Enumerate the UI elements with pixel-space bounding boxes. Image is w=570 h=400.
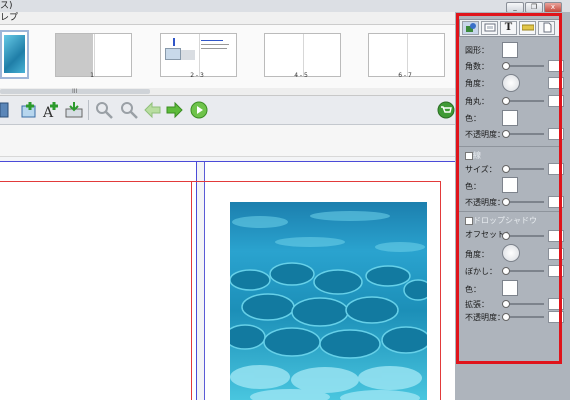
- thumbnail-pages-6-7[interactable]: [368, 33, 445, 77]
- cart-icon[interactable]: [437, 101, 455, 119]
- thumbnail-label: 1: [90, 72, 94, 79]
- play-icon[interactable]: [190, 101, 208, 119]
- title-bar: [0, 0, 570, 12]
- water-thumbnail-image: [4, 35, 25, 73]
- text-cursor-icon: [173, 38, 175, 46]
- thumbnail-label: 4 - 5: [294, 72, 308, 79]
- window-title: ス): [0, 1, 13, 11]
- page-edge-guide: [0, 161, 455, 162]
- thumbnail-page-1[interactable]: [55, 33, 132, 77]
- workspace-margin: [0, 125, 455, 157]
- thumbnail-label: 2 - 3: [190, 72, 204, 79]
- blank-page-placeholder: [56, 34, 93, 76]
- text-line: [201, 44, 229, 45]
- page-icon[interactable]: [0, 101, 18, 119]
- text-line: [201, 40, 223, 41]
- menu-item-help[interactable]: レプ: [0, 12, 18, 24]
- page-image-icon: [181, 50, 195, 60]
- page-image-icon: [165, 48, 181, 60]
- bleed-guide-top: [0, 181, 440, 182]
- zoom-out-icon[interactable]: [120, 101, 138, 119]
- insert-icon[interactable]: [65, 101, 83, 119]
- forward-arrow-icon[interactable]: [166, 101, 184, 119]
- text-line: [201, 48, 227, 49]
- add-text-icon[interactable]: A: [42, 101, 60, 119]
- zoom-in-icon[interactable]: [95, 101, 113, 119]
- spine-guide: [196, 161, 197, 400]
- bleed-guide-left: [191, 181, 192, 400]
- thumbnail-label: 6 - 7: [398, 72, 412, 79]
- thumbnail-pages-4-5[interactable]: [264, 33, 341, 77]
- water-photo-image[interactable]: [230, 202, 427, 400]
- back-arrow-icon[interactable]: [143, 101, 161, 119]
- scrollbar-grip-icon: III: [72, 88, 78, 95]
- thumbnail-cover-selected[interactable]: [0, 30, 29, 79]
- add-image-icon[interactable]: [20, 101, 38, 119]
- bleed-guide-right: [440, 181, 441, 400]
- thumbnail-pages-2-3[interactable]: [160, 33, 237, 77]
- highlight-frame: [456, 13, 562, 364]
- left-page[interactable]: [0, 161, 197, 400]
